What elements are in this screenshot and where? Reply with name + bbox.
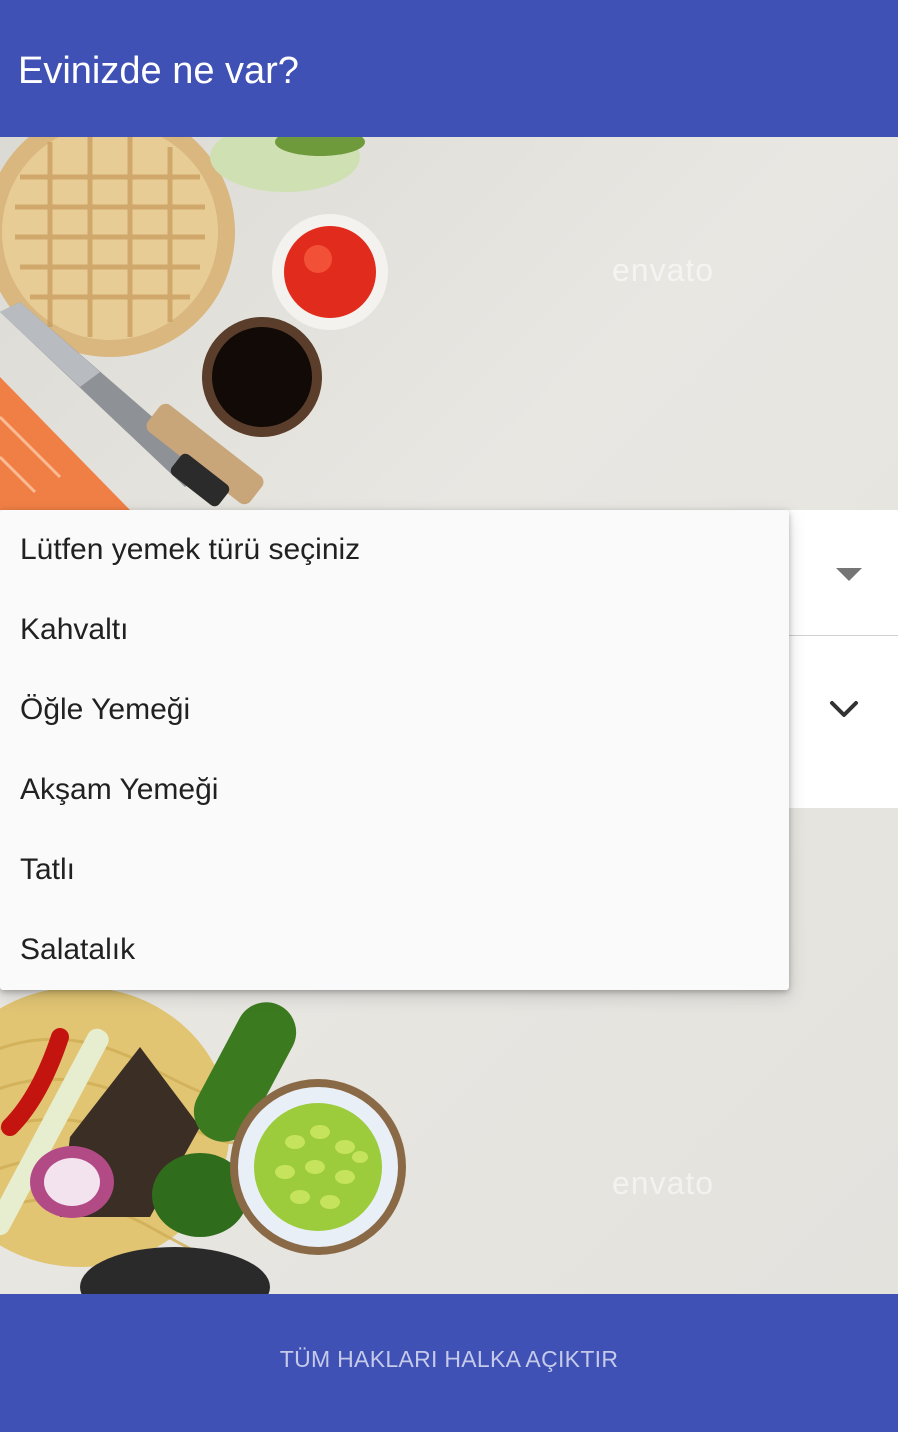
footer-copyright: TÜM HAKLARI HALKA AÇIKTIR	[279, 1346, 619, 1372]
page-title: Evinizde ne var?	[18, 50, 299, 92]
dropdown-item-aksam-yemegi[interactable]: Akşam Yemeği	[0, 750, 789, 830]
dropdown-item-salatalik[interactable]: Salatalık	[0, 910, 789, 990]
dropdown-item-placeholder[interactable]: Lütfen yemek türü seçiniz	[0, 510, 789, 590]
watermark-bottom: envato	[612, 1165, 715, 1201]
dropdown-arrow-icon[interactable]	[836, 568, 862, 581]
app-bar: Evinizde ne var?	[0, 0, 898, 137]
dropdown-item-kahvalti[interactable]: Kahvaltı	[0, 590, 789, 670]
footer-bar: TÜM HAKLARI HALKA AÇIKTIR	[0, 1294, 898, 1432]
dropdown-item-tatli[interactable]: Tatlı	[0, 830, 789, 910]
chevron-down-icon[interactable]	[826, 692, 862, 728]
watermark-top: envato	[612, 252, 715, 288]
dropdown-item-ogle-yemegi[interactable]: Öğle Yemeği	[0, 670, 789, 750]
meal-type-dropdown-menu: Lütfen yemek türü seçiniz Kahvaltı Öğle …	[0, 510, 789, 990]
